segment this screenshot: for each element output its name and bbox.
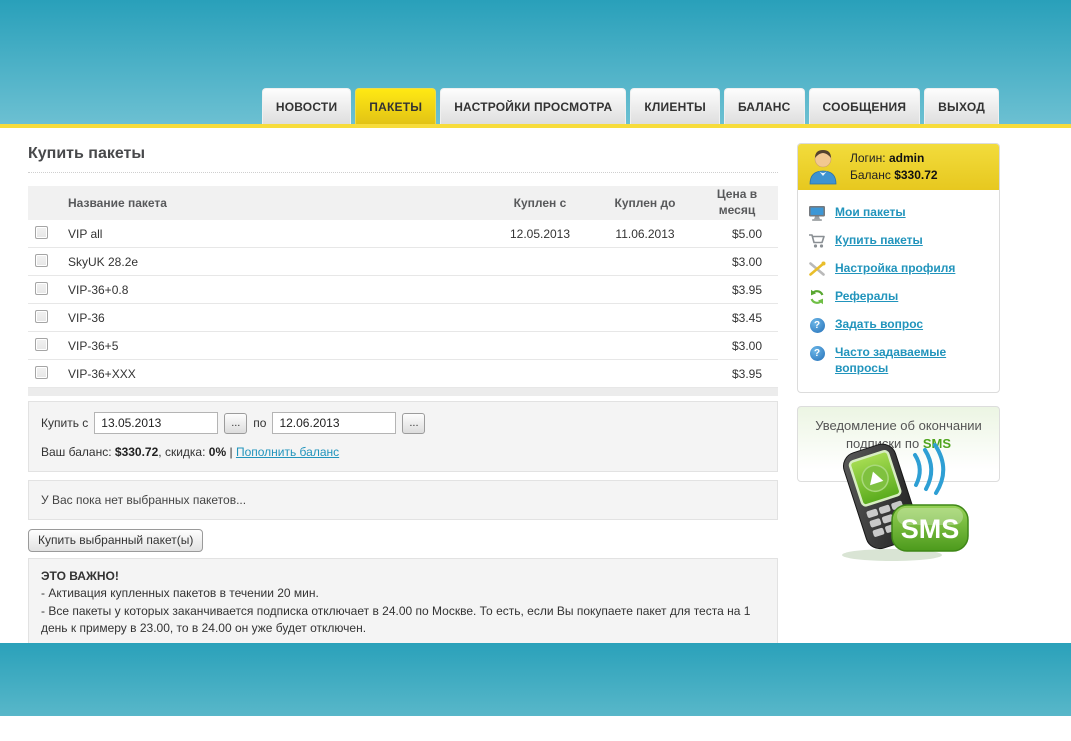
user-card: Логин: admin Баланс $330.72 (797, 143, 1000, 393)
row-checkbox[interactable] (35, 226, 48, 239)
purchase-panel: Купить с ... по ... Ваш баланс: $330.72,… (28, 401, 778, 472)
sidebar-item-profile-settings[interactable]: Настройка профиля (808, 255, 989, 283)
user-avatar-icon (806, 147, 840, 188)
discount-label: , скидка: (158, 445, 205, 459)
page-title: Купить пакеты (28, 145, 778, 173)
refresh-icon (808, 289, 826, 305)
table-row: VIP-36 $3.45 (28, 304, 778, 332)
user-info-box: Логин: admin Баланс $330.72 (798, 144, 999, 190)
package-price: $3.00 (700, 255, 778, 269)
sidebar-links: Мои пакеты Купить пакеты (798, 190, 999, 392)
tab-balance[interactable]: БАЛАНС (724, 88, 805, 124)
sidebar-item-buy-packages[interactable]: Купить пакеты (808, 227, 989, 255)
package-price: $3.00 (700, 339, 778, 353)
sidebar-link-label[interactable]: Мои пакеты (835, 205, 906, 221)
page: НОВОСТИ ПАКЕТЫ НАСТРОЙКИ ПРОСМОТРА КЛИЕН… (0, 0, 1071, 741)
balance-value: $330.72 (115, 445, 158, 459)
buy-to-label: по (253, 416, 266, 430)
buy-from-label: Купить с (41, 416, 88, 430)
tab-clients[interactable]: КЛИЕНТЫ (630, 88, 720, 124)
tab-logout[interactable]: ВЫХОД (924, 88, 999, 124)
package-price: $3.95 (700, 367, 778, 381)
tab-messages[interactable]: СООБЩЕНИЯ (809, 88, 921, 124)
question-icon: ? (808, 317, 826, 333)
table-header-row: Название пакета Куплен с Куплен до Цена … (28, 186, 778, 220)
col-header-from: Куплен с (490, 196, 590, 210)
package-price: $3.95 (700, 283, 778, 297)
package-name: VIP-36+XXX (68, 367, 490, 381)
sidebar-link-label[interactable]: Часто задаваемые вопросы (835, 345, 989, 376)
sidebar: Логин: admin Баланс $330.72 (797, 143, 1000, 482)
sms-promo-box: Уведомление об окончании подписки по SMS (797, 406, 1000, 482)
date-to-input[interactable] (272, 412, 396, 434)
question-icon: ? (808, 345, 826, 361)
tools-icon (808, 261, 826, 277)
user-balance-label: Баланс (850, 168, 891, 182)
notice-title: ЭТО ВАЖНО! (41, 568, 765, 585)
row-checkbox[interactable] (35, 366, 48, 379)
package-name: VIP-36+5 (68, 339, 490, 353)
selection-panel: У Вас пока нет выбранных пакетов... (28, 480, 778, 520)
table-footer-strip (28, 388, 778, 396)
row-checkbox[interactable] (35, 310, 48, 323)
sidebar-item-ask-question[interactable]: ? Задать вопрос (808, 311, 989, 339)
row-checkbox[interactable] (35, 254, 48, 267)
sidebar-item-referrals[interactable]: Рефералы (808, 283, 989, 311)
tab-news[interactable]: НОВОСТИ (262, 88, 351, 124)
monitor-icon (808, 205, 826, 221)
login-label: Логин: (850, 151, 886, 165)
col-header-name: Название пакета (68, 196, 490, 210)
topup-balance-link[interactable]: Пополнить баланс (236, 445, 339, 459)
col-header-price: Цена в месяц (700, 187, 778, 218)
package-name: SkyUK 28.2e (68, 255, 490, 269)
table-row: VIP-36+XXX $3.95 (28, 360, 778, 388)
balance-row: Ваш баланс: $330.72, скидка: 0% | Пополн… (41, 445, 765, 459)
notice-panel: ЭТО ВАЖНО! - Активация купленных пакетов… (28, 558, 778, 649)
package-price: $5.00 (700, 227, 778, 241)
empty-selection-text: У Вас пока нет выбранных пакетов... (41, 493, 246, 507)
buy-selected-button[interactable]: Купить выбранный пакет(ы) (28, 529, 203, 552)
balance-label: Ваш баланс: (41, 445, 112, 459)
tab-view-settings[interactable]: НАСТРОЙКИ ПРОСМОТРА (440, 88, 626, 124)
main-content: Купить пакеты Название пакета Куплен с К… (28, 145, 778, 649)
main-nav: НОВОСТИ ПАКЕТЫ НАСТРОЙКИ ПРОСМОТРА КЛИЕН… (262, 88, 999, 124)
notice-line-1: - Активация купленных пакетов в течении … (41, 585, 765, 602)
date-to-picker-button[interactable]: ... (402, 413, 425, 434)
table-row: VIP-36+5 $3.00 (28, 332, 778, 360)
site-header: НОВОСТИ ПАКЕТЫ НАСТРОЙКИ ПРОСМОТРА КЛИЕН… (0, 0, 1071, 128)
discount-value: 0% (209, 445, 226, 459)
package-name: VIP-36 (68, 311, 490, 325)
separator: | (229, 445, 232, 459)
date-from-input[interactable] (94, 412, 218, 434)
table-row: VIP-36+0.8 $3.95 (28, 276, 778, 304)
user-balance-value: $330.72 (894, 168, 937, 182)
sidebar-link-label[interactable]: Настройка профиля (835, 261, 955, 277)
tab-packages[interactable]: ПАКЕТЫ (355, 88, 436, 124)
package-to: 11.06.2013 (590, 227, 700, 241)
sidebar-link-label[interactable]: Задать вопрос (835, 317, 923, 333)
table-row: VIP all 12.05.2013 11.06.2013 $5.00 (28, 220, 778, 248)
col-header-to: Куплен до (590, 196, 700, 210)
site-footer (0, 643, 1071, 716)
sidebar-item-my-packages[interactable]: Мои пакеты (808, 199, 989, 227)
row-checkbox[interactable] (35, 282, 48, 295)
row-checkbox[interactable] (35, 338, 48, 351)
package-from: 12.05.2013 (490, 227, 590, 241)
sidebar-link-label[interactable]: Рефералы (835, 289, 898, 305)
table-row: SkyUK 28.2e $3.00 (28, 248, 778, 276)
notice-line-2: - Все пакеты у которых заканчивается под… (41, 603, 765, 638)
sidebar-link-label[interactable]: Купить пакеты (835, 233, 923, 249)
login-value: admin (889, 151, 924, 165)
packages-table: Название пакета Куплен с Куплен до Цена … (28, 186, 778, 396)
cart-icon (808, 233, 826, 249)
package-name: VIP all (68, 227, 490, 241)
date-from-picker-button[interactable]: ... (224, 413, 247, 434)
sms-phone-illustration: SMS (820, 443, 970, 563)
package-name: VIP-36+0.8 (68, 283, 490, 297)
sidebar-item-faq[interactable]: ? Часто задаваемые вопросы (808, 339, 989, 382)
package-price: $3.45 (700, 311, 778, 325)
svg-text:SMS: SMS (901, 514, 960, 544)
user-text: Логин: admin Баланс $330.72 (850, 150, 938, 185)
